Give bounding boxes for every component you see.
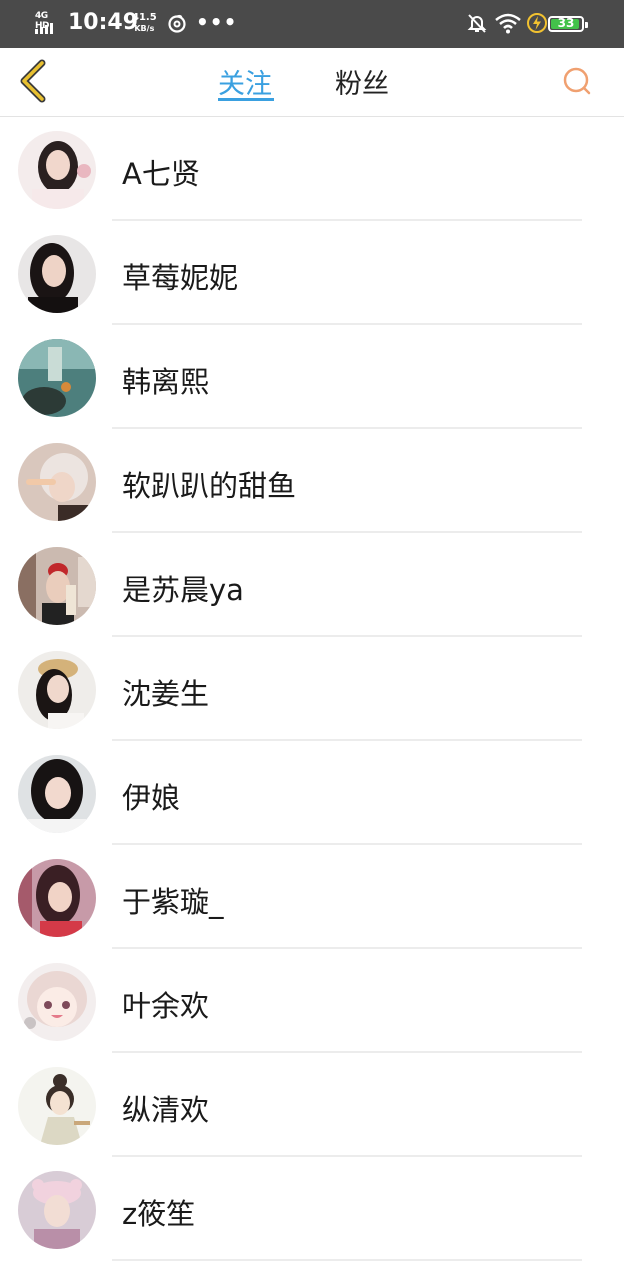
divider (112, 1259, 582, 1261)
avatar[interactable] (18, 1067, 96, 1145)
user-name: 韩离熙 (122, 365, 210, 399)
list-item[interactable]: z筱笙 (0, 1157, 624, 1261)
more-dots-icon: ••• (196, 10, 238, 34)
status-bar: 4G HD 10:49 41.5 KB/s ••• 33 (0, 0, 624, 48)
chevron-left-icon[interactable] (16, 58, 50, 104)
speed-value: 41.5 (132, 12, 157, 23)
search-icon[interactable] (560, 64, 594, 98)
nav-header: 关注 粉丝 (0, 48, 624, 117)
user-name: 伊娘 (122, 781, 181, 815)
battery-level: 33 (557, 16, 575, 30)
avatar[interactable] (18, 443, 96, 521)
battery-icon: 33 (548, 16, 588, 32)
signal-icon: 4G HD (33, 11, 61, 35)
clock: 10:49 (68, 10, 139, 35)
following-list: A七贤 草莓妮妮 韩离熙 软趴趴的甜鱼 是苏晨ya 沈姜生 伊娘 于紫璇_ 叶余… (0, 117, 624, 1261)
mute-bell-icon (467, 14, 487, 33)
avatar[interactable] (18, 339, 96, 417)
avatar[interactable] (18, 963, 96, 1041)
list-item[interactable]: 软趴趴的甜鱼 (0, 429, 624, 533)
list-item[interactable]: 沈姜生 (0, 637, 624, 741)
user-name: 纵清欢 (122, 1093, 210, 1127)
list-item[interactable]: 韩离熙 (0, 325, 624, 429)
wifi-icon (495, 13, 521, 34)
list-item[interactable]: 叶余欢 (0, 949, 624, 1053)
tab-fans[interactable]: 粉丝 (335, 62, 389, 101)
charging-icon (527, 13, 547, 33)
avatar[interactable] (18, 651, 96, 729)
user-name: 软趴趴的甜鱼 (122, 469, 297, 503)
user-name: 于紫璇_ (122, 885, 224, 919)
network-speed: 41.5 KB/s (132, 12, 157, 34)
list-item[interactable]: 伊娘 (0, 741, 624, 845)
list-item[interactable]: A七贤 (0, 117, 624, 221)
list-item[interactable]: 于紫璇_ (0, 845, 624, 949)
avatar[interactable] (18, 859, 96, 937)
list-item[interactable]: 草莓妮妮 (0, 221, 624, 325)
user-name: 叶余欢 (122, 989, 210, 1023)
active-tab-indicator (218, 98, 274, 101)
user-name: 沈姜生 (122, 677, 210, 711)
speed-unit: KB/s (134, 24, 155, 33)
list-item[interactable]: 是苏晨ya (0, 533, 624, 637)
avatar[interactable] (18, 547, 96, 625)
avatar[interactable] (18, 131, 96, 209)
user-name: z筱笙 (122, 1197, 196, 1231)
avatar[interactable] (18, 1171, 96, 1249)
netease-music-icon (168, 14, 186, 33)
list-item[interactable]: 纵清欢 (0, 1053, 624, 1157)
avatar[interactable] (18, 235, 96, 313)
user-name: 是苏晨ya (122, 573, 244, 607)
user-name: A七贤 (122, 157, 200, 191)
tab-following[interactable]: 关注 (218, 62, 272, 101)
avatar[interactable] (18, 755, 96, 833)
user-name: 草莓妮妮 (122, 261, 239, 295)
